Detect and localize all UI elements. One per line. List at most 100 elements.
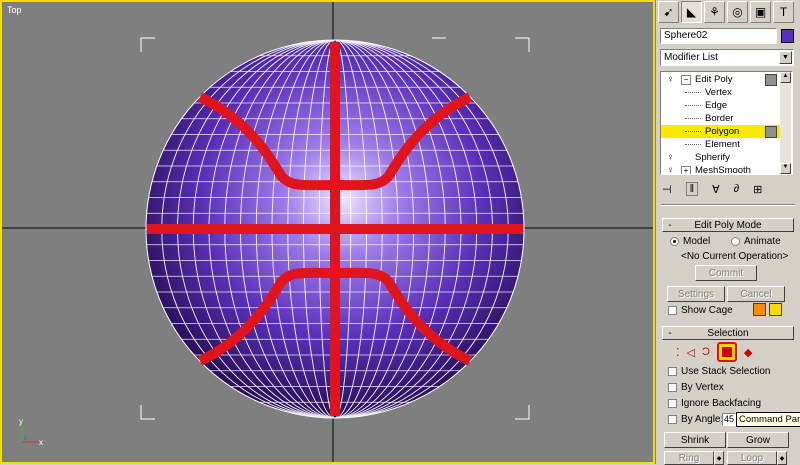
by-angle-checkbox[interactable]: By Angle: (668, 414, 723, 425)
commit-label: Commit (708, 267, 744, 279)
dropdown-arrow-icon[interactable]: ▼ (779, 51, 792, 64)
sphere-object[interactable] (145, 39, 525, 419)
modifier-stack[interactable]: ♀ − Edit Poly Vertex Edge Border Polygon… (660, 71, 793, 175)
command-panel-tabs: ➹ ◣ ⚘ ◎ ▣ T (658, 1, 798, 25)
bulb-icon[interactable]: ♀ (667, 164, 674, 174)
ring-button[interactable]: Ring (664, 451, 714, 465)
stack-item-edit-poly[interactable]: ♀ − Edit Poly (661, 73, 781, 86)
stack-item-polygon[interactable]: Polygon (661, 125, 781, 138)
edge-level-icon[interactable]: ◁ (687, 346, 695, 359)
viewport-canvas[interactable]: x y z (2, 2, 655, 464)
use-stack-selection-checkbox[interactable]: Use Stack Selection (668, 366, 771, 377)
axis-z-label: z (24, 435, 28, 442)
loop-spinner-icon[interactable]: ◆ (777, 451, 787, 465)
stack-label: Border (705, 113, 734, 124)
checkbox-icon[interactable] (668, 399, 677, 408)
rollout-sign: - (668, 219, 672, 231)
checkbox-icon[interactable] (668, 383, 677, 392)
object-name-field[interactable]: Sphere02 (660, 28, 777, 44)
model-label: Model (683, 236, 711, 247)
motion-tab-icon[interactable]: ◎ (727, 1, 748, 23)
stack-item-element[interactable]: Element (661, 138, 781, 151)
selection-rollout-header[interactable]: - Selection (662, 326, 794, 340)
animate-radio[interactable]: Animate (731, 236, 781, 247)
by-angle-label: By Angle: (681, 414, 724, 425)
pin-stack-icon[interactable]: ⊣ (662, 183, 672, 196)
by-vertex-label: By Vertex (681, 382, 724, 393)
stack-label: Edge (705, 100, 728, 111)
command-panel (655, 0, 800, 464)
remove-modifier-icon[interactable]: ∂ (734, 183, 739, 195)
cancel-label: Cancel (740, 288, 772, 300)
bulb-icon[interactable]: ♀ (667, 73, 674, 86)
axis-y-label: y (19, 417, 23, 426)
radio-icon[interactable] (670, 237, 679, 246)
model-radio[interactable]: Model (670, 236, 710, 247)
ring-spinner-icon[interactable]: ◆ (714, 451, 724, 465)
checkbox-icon[interactable] (668, 415, 677, 424)
checkbox-icon[interactable] (668, 367, 677, 376)
configure-sets-icon[interactable]: ⊞ (753, 183, 762, 196)
cancel-button[interactable]: Cancel (727, 286, 785, 302)
stack-item-spherify[interactable]: ♀ Spherify (661, 151, 781, 164)
loop-button[interactable]: Loop (727, 451, 777, 465)
bulb-icon[interactable]: ♀ (667, 151, 674, 164)
stack-item-meshsmooth[interactable]: ♀ + MeshSmooth (661, 164, 781, 174)
by-vertex-checkbox[interactable]: By Vertex (668, 382, 724, 393)
stack-label: Element (705, 139, 740, 150)
use-stack-label: Use Stack Selection (681, 366, 771, 377)
modifier-list-label: Modifier List (664, 52, 718, 63)
rollout-title: Selection (707, 327, 749, 339)
display-tab-icon[interactable]: ▣ (750, 1, 771, 23)
polygon-level-icon[interactable] (716, 342, 737, 362)
collapse-icon[interactable]: − (681, 75, 691, 85)
checkbox-icon[interactable] (668, 306, 677, 315)
rollout-title: Edit Poly Mode (694, 219, 762, 231)
make-unique-icon[interactable]: ∀ (712, 183, 720, 196)
ring-label: Ring (678, 452, 700, 464)
utilities-tab-icon[interactable]: T (773, 1, 794, 23)
modifier-list-dropdown[interactable]: Modifier List ▼ (660, 49, 794, 66)
basketball-seams (147, 42, 523, 416)
commit-button[interactable]: Commit (695, 265, 757, 281)
settings-button[interactable]: Settings (667, 286, 725, 302)
create-tab-icon[interactable]: ➹ (658, 1, 679, 23)
polygon-state-icon (765, 126, 777, 138)
expand-icon[interactable]: + (681, 166, 691, 174)
shrink-button[interactable]: Shrink (664, 432, 726, 448)
edit-poly-mode-rollout-header[interactable]: - Edit Poly Mode (662, 218, 794, 232)
border-level-icon[interactable]: Ɔ (702, 346, 710, 358)
stack-scrollbar[interactable]: ▲ ▼ (780, 72, 791, 174)
stack-label: Spherify (695, 152, 730, 163)
radio-icon[interactable] (731, 237, 740, 246)
ignore-backfacing-checkbox[interactable]: Ignore Backfacing (668, 398, 761, 409)
object-color-swatch[interactable] (781, 29, 794, 43)
by-angle-field[interactable]: 45 (722, 413, 736, 426)
ignore-backfacing-label: Ignore Backfacing (681, 398, 762, 409)
top-viewport[interactable]: x y z Top (0, 0, 655, 464)
command-panel-tooltip: Command Panel (736, 412, 800, 427)
subobject-level-icons: ⁚ ◁ Ɔ ◆ (676, 342, 786, 362)
element-level-icon[interactable]: ◆ (744, 346, 752, 359)
modify-tab-icon[interactable]: ◣ (681, 1, 702, 23)
vertex-level-icon[interactable]: ⁚ (676, 346, 680, 359)
hierarchy-tab-icon[interactable]: ⚘ (704, 1, 725, 23)
stack-item-edge[interactable]: Edge (661, 99, 781, 112)
cage-selected-color-swatch[interactable] (769, 303, 782, 316)
scroll-down-icon[interactable]: ▼ (780, 163, 791, 174)
animate-label: Animate (744, 236, 781, 247)
cage-color-swatch[interactable] (753, 303, 766, 316)
stack-item-vertex[interactable]: Vertex (661, 86, 781, 99)
viewport-label[interactable]: Top (7, 5, 22, 15)
grow-label: Grow (746, 434, 770, 446)
shrink-label: Shrink (680, 434, 710, 446)
show-end-result-icon[interactable]: ‖ (685, 182, 699, 196)
axis-x-label: x (39, 438, 43, 447)
scroll-up-icon[interactable]: ▲ (780, 72, 791, 83)
stack-item-border[interactable]: Border (661, 112, 781, 125)
stack-toolbar: ⊣ ‖ ∀ ∂ ⊞ (662, 180, 794, 198)
show-cage-checkbox[interactable]: Show Cage (668, 305, 733, 316)
divider (661, 204, 795, 206)
stack-label: Polygon (705, 126, 740, 137)
grow-button[interactable]: Grow (727, 432, 789, 448)
